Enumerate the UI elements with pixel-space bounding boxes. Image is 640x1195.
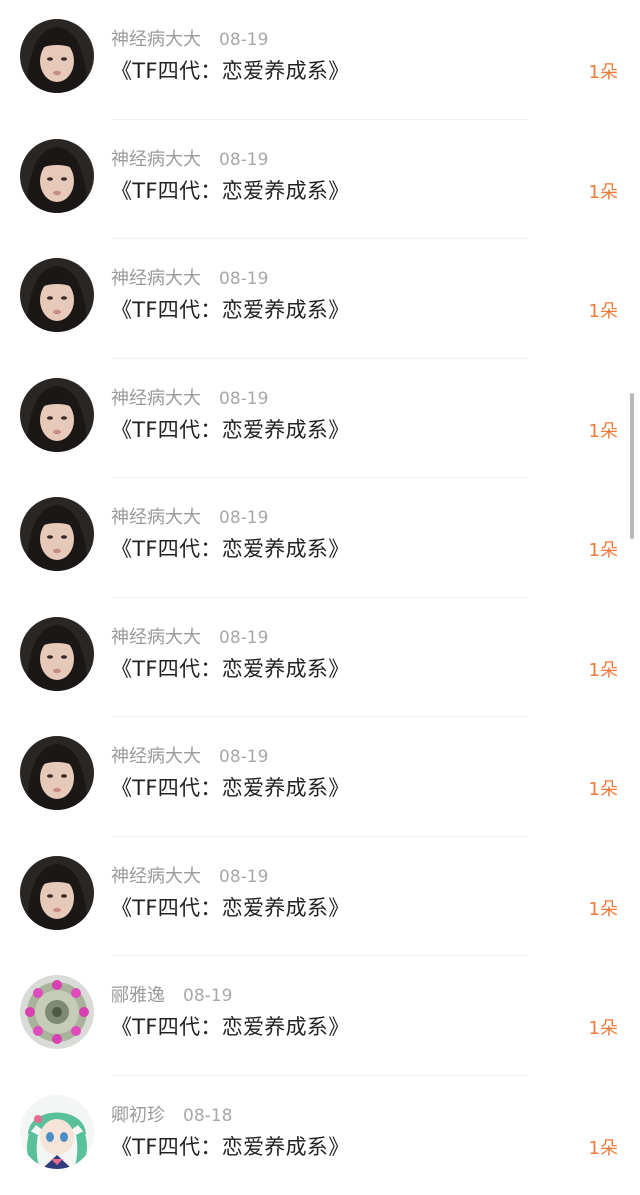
work-title[interactable]: 《TF四代：恋爱养成系》: [111, 56, 350, 86]
list-item[interactable]: 神经病大大 08-19 《TF四代：恋爱养成系》 1朵: [0, 0, 640, 120]
entry-meta: 神经病大大 08-19: [111, 28, 268, 52]
entry-meta: 神经病大大 08-19: [111, 267, 268, 291]
work-title[interactable]: 《TF四代：恋爱养成系》: [111, 1132, 350, 1162]
work-title[interactable]: 《TF四代：恋爱养成系》: [111, 534, 350, 564]
date-label: 08-19: [219, 150, 268, 170]
scrollbar[interactable]: [630, 393, 634, 539]
list-item[interactable]: 神经病大大 08-19 《TF四代：恋爱养成系》 1朵: [0, 717, 640, 837]
entry-meta: 卿初珍 08-18: [111, 1104, 232, 1128]
flower-count: 1朵: [589, 180, 618, 206]
flower-count: 1朵: [589, 777, 618, 803]
work-title[interactable]: 《TF四代：恋爱养成系》: [111, 773, 350, 803]
avatar[interactable]: [20, 736, 94, 810]
girl-portrait-icon: [20, 19, 94, 93]
username[interactable]: 神经病大大: [111, 29, 201, 50]
avatar[interactable]: [20, 497, 94, 571]
username[interactable]: 神经病大大: [111, 507, 201, 528]
avatar[interactable]: [20, 617, 94, 691]
girl-portrait-icon: [20, 497, 94, 571]
date-label: 08-19: [219, 269, 268, 289]
avatar[interactable]: [20, 856, 94, 930]
girl-portrait-icon: [20, 378, 94, 452]
list-item[interactable]: 神经病大大 08-19 《TF四代：恋爱养成系》 1朵: [0, 478, 640, 598]
avatar[interactable]: [20, 1095, 94, 1169]
flower-cactus-icon: [20, 975, 94, 1049]
work-title[interactable]: 《TF四代：恋爱养成系》: [111, 415, 350, 445]
anime-girl-icon: [20, 1095, 94, 1169]
flower-count: 1朵: [589, 60, 618, 86]
girl-portrait-icon: [20, 139, 94, 213]
girl-portrait-icon: [20, 258, 94, 332]
girl-portrait-icon: [20, 617, 94, 691]
username[interactable]: 神经病大大: [111, 268, 201, 289]
username[interactable]: 神经病大大: [111, 627, 201, 648]
flower-count: 1朵: [589, 299, 618, 325]
work-title[interactable]: 《TF四代：恋爱养成系》: [111, 1012, 350, 1042]
work-title[interactable]: 《TF四代：恋爱养成系》: [111, 176, 350, 206]
date-label: 08-19: [219, 628, 268, 648]
avatar[interactable]: [20, 139, 94, 213]
username[interactable]: 神经病大大: [111, 746, 201, 767]
list-item[interactable]: 神经病大大 08-19 《TF四代：恋爱养成系》 1朵: [0, 359, 640, 479]
list-item[interactable]: 卿初珍 08-18 《TF四代：恋爱养成系》 1朵: [0, 1076, 640, 1195]
list-item[interactable]: 神经病大大 08-19 《TF四代：恋爱养成系》 1朵: [0, 239, 640, 359]
list-item[interactable]: 神经病大大 08-19 《TF四代：恋爱养成系》 1朵: [0, 837, 640, 957]
flower-count: 1朵: [589, 1016, 618, 1042]
flower-count: 1朵: [589, 538, 618, 564]
girl-portrait-icon: [20, 736, 94, 810]
entry-meta: 神经病大大 08-19: [111, 148, 268, 172]
date-label: 08-19: [183, 986, 232, 1006]
list-item[interactable]: 郦雅逸 08-19 《TF四代：恋爱养成系》 1朵: [0, 956, 640, 1076]
flower-count: 1朵: [589, 419, 618, 445]
avatar[interactable]: [20, 258, 94, 332]
avatar[interactable]: [20, 19, 94, 93]
entry-meta: 神经病大大 08-19: [111, 745, 268, 769]
work-title[interactable]: 《TF四代：恋爱养成系》: [111, 654, 350, 684]
flower-count: 1朵: [589, 658, 618, 684]
username[interactable]: 郦雅逸: [111, 985, 165, 1006]
avatar[interactable]: [20, 975, 94, 1049]
username[interactable]: 神经病大大: [111, 388, 201, 409]
username[interactable]: 神经病大大: [111, 149, 201, 170]
list-item[interactable]: 神经病大大 08-19 《TF四代：恋爱养成系》 1朵: [0, 598, 640, 718]
entry-meta: 神经病大大 08-19: [111, 506, 268, 530]
list-item[interactable]: 神经病大大 08-19 《TF四代：恋爱养成系》 1朵: [0, 120, 640, 240]
entry-meta: 郦雅逸 08-19: [111, 984, 232, 1008]
date-label: 08-19: [219, 867, 268, 887]
flower-count: 1朵: [589, 897, 618, 923]
date-label: 08-18: [183, 1106, 232, 1126]
gift-record-list: 神经病大大 08-19 《TF四代：恋爱养成系》 1朵 神经病大大 08-19 《T…: [0, 0, 640, 1195]
avatar[interactable]: [20, 378, 94, 452]
entry-meta: 神经病大大 08-19: [111, 387, 268, 411]
work-title[interactable]: 《TF四代：恋爱养成系》: [111, 295, 350, 325]
work-title[interactable]: 《TF四代：恋爱养成系》: [111, 893, 350, 923]
date-label: 08-19: [219, 508, 268, 528]
girl-portrait-icon: [20, 856, 94, 930]
entry-meta: 神经病大大 08-19: [111, 626, 268, 650]
flower-count: 1朵: [589, 1136, 618, 1162]
username[interactable]: 神经病大大: [111, 866, 201, 887]
entry-meta: 神经病大大 08-19: [111, 865, 268, 889]
date-label: 08-19: [219, 30, 268, 50]
date-label: 08-19: [219, 747, 268, 767]
username[interactable]: 卿初珍: [111, 1105, 165, 1126]
date-label: 08-19: [219, 389, 268, 409]
